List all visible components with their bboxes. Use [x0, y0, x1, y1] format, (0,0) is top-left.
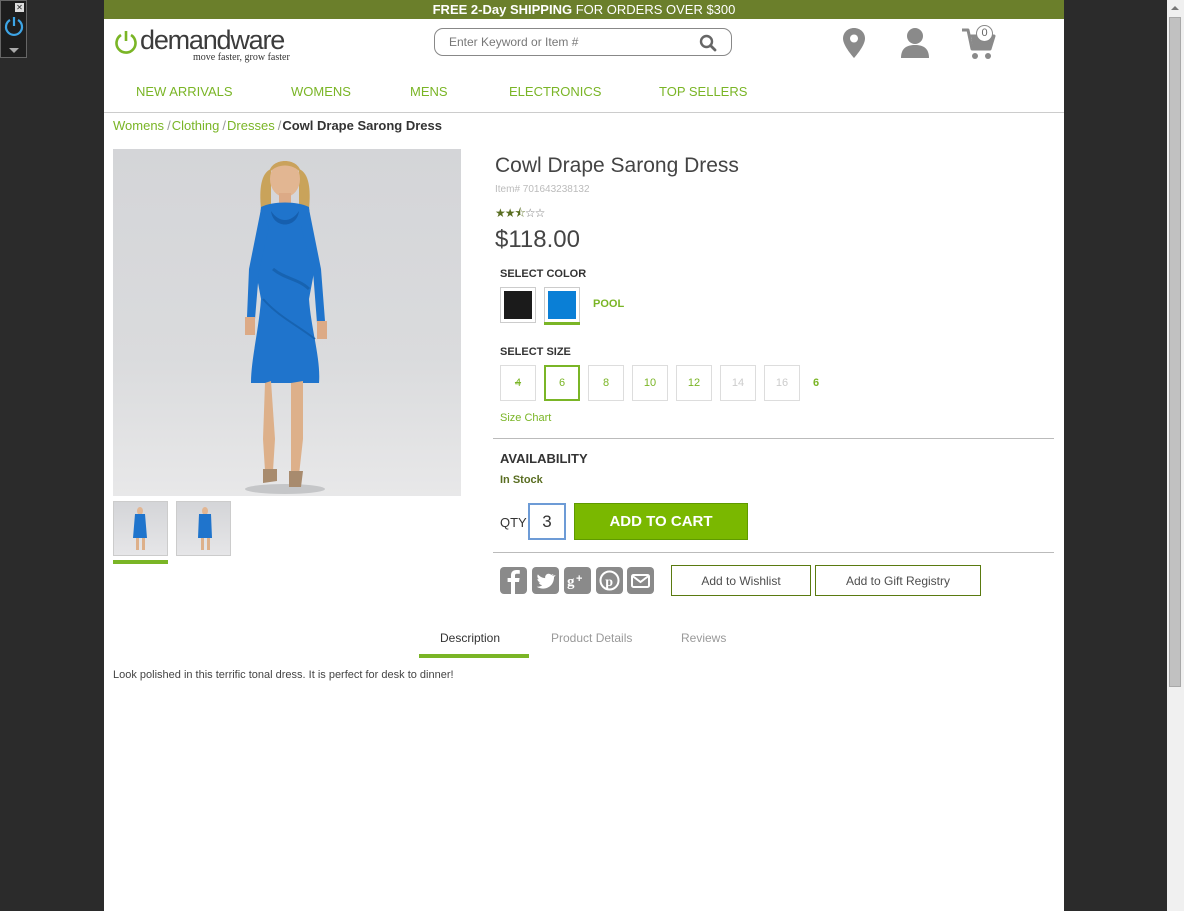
nav-womens[interactable]: WOMENS — [291, 84, 351, 99]
breadcrumb-separator: / — [277, 118, 282, 133]
logo-power-icon — [115, 31, 137, 54]
selected-color-name: POOL — [593, 298, 625, 310]
email-icon[interactable] — [627, 567, 654, 594]
product-thumbnail-1[interactable] — [113, 501, 168, 556]
breadcrumb-dresses[interactable]: Dresses — [227, 118, 275, 133]
scrollbar-thumb[interactable] — [1169, 17, 1181, 687]
size-option-8[interactable]: 8 — [588, 365, 624, 401]
promo-2day: 2-Day — [470, 2, 507, 17]
header: demandware move faster, grow faster Ente… — [104, 19, 1064, 75]
swatch-selected-indicator — [544, 322, 580, 325]
power-widget[interactable]: ✕ — [0, 0, 27, 58]
promo-free: FREE — [432, 2, 468, 17]
divider — [493, 552, 1054, 553]
scrollbar[interactable] — [1167, 0, 1184, 911]
account-icon[interactable] — [899, 27, 931, 64]
breadcrumb-separator: / — [222, 118, 227, 133]
nav-electronics[interactable]: ELECTRONICS — [509, 84, 601, 99]
promo-banner: FREE 2-Day SHIPPING FOR ORDERS OVER $300 — [104, 0, 1064, 19]
chevron-down-icon[interactable] — [9, 48, 19, 53]
promo-amount: $300 — [706, 2, 736, 17]
breadcrumb-current: Cowl Drape Sarong Dress — [282, 118, 442, 133]
thumbnail-active-indicator — [113, 560, 168, 564]
swatch-fill — [548, 291, 576, 319]
star-empty-icon: ☆ — [534, 206, 546, 220]
promo-shipping: SHIPPING — [509, 2, 573, 17]
google-plus-icon[interactable]: g + — [564, 567, 591, 594]
product-description: Look polished in this terrific tonal dre… — [113, 669, 454, 681]
swatch-fill — [504, 291, 532, 319]
promo-rest: FOR ORDERS OVER — [575, 2, 703, 17]
product-thumbnail-2[interactable] — [176, 501, 231, 556]
scroll-up-icon[interactable] — [1171, 6, 1179, 10]
size-option-6[interactable]: 6 — [544, 365, 580, 401]
nav-top-sellers[interactable]: TOP SELLERS — [659, 84, 747, 99]
nav-mens[interactable]: MENS — [410, 84, 448, 99]
availability-label: AVAILABILITY — [500, 451, 588, 466]
select-color-label: SELECT COLOR — [500, 268, 587, 280]
divider — [493, 438, 1054, 439]
logo-tagline: move faster, grow faster — [193, 52, 290, 63]
breadcrumb-separator: / — [167, 118, 171, 133]
add-to-wishlist-button[interactable]: Add to Wishlist — [671, 565, 811, 596]
facebook-icon[interactable] — [500, 567, 527, 594]
breadcrumb-womens[interactable]: Womens — [113, 118, 164, 133]
select-size-label: SELECT SIZE — [500, 346, 571, 358]
size-option-10[interactable]: 10 — [632, 365, 668, 401]
page: FREE 2-Day SHIPPING FOR ORDERS OVER $300… — [104, 0, 1064, 911]
close-icon[interactable]: ✕ — [15, 3, 24, 12]
nav-new-arrivals[interactable]: NEW ARRIVALS — [136, 84, 233, 99]
tab-description[interactable]: Description — [440, 631, 500, 645]
svg-text:g: g — [567, 574, 575, 590]
svg-text:+: + — [576, 573, 582, 585]
main-nav: NEW ARRIVALS WOMENS MENS ELECTRONICS TOP… — [104, 75, 1064, 113]
size-option-14: 14 — [720, 365, 756, 401]
tab-active-indicator — [419, 654, 529, 658]
pinterest-icon[interactable]: p — [596, 567, 623, 594]
breadcrumb-clothing[interactable]: Clothing — [172, 118, 220, 133]
tab-product-details[interactable]: Product Details — [551, 631, 632, 645]
twitter-icon[interactable] — [532, 567, 559, 594]
search-icon[interactable] — [699, 34, 717, 57]
color-swatch-pool[interactable] — [544, 287, 580, 325]
star-empty-icon: ☆ — [524, 206, 536, 220]
quantity-input[interactable] — [528, 503, 566, 540]
power-icon[interactable] — [3, 15, 25, 42]
search-input[interactable] — [449, 34, 679, 50]
qty-label: QTY — [500, 515, 527, 530]
size-chart-link[interactable]: Size Chart — [500, 412, 551, 424]
size-option-16: 16 — [764, 365, 800, 401]
product-price: $118.00 — [495, 226, 580, 253]
star-icon: ★ — [495, 206, 506, 220]
search-box — [434, 28, 732, 56]
add-to-gift-registry-button[interactable]: Add to Gift Registry — [815, 565, 981, 596]
product-name: Cowl Drape Sarong Dress — [495, 154, 739, 177]
cart-count-badge: 0 — [976, 25, 993, 42]
svg-text:p: p — [605, 575, 613, 590]
star-half-icon: ⯪ — [514, 206, 526, 220]
rating-stars[interactable]: ★★⯪☆☆ — [495, 204, 546, 225]
breadcrumb: Womens/Clothing/Dresses/Cowl Drape Saron… — [113, 118, 442, 133]
color-swatch-black[interactable] — [500, 287, 536, 323]
star-icon: ★ — [504, 206, 516, 220]
tab-reviews[interactable]: Reviews — [681, 631, 726, 645]
product-main-image[interactable] — [113, 149, 461, 496]
store-locator-icon[interactable] — [842, 27, 866, 64]
stock-status: In Stock — [500, 474, 543, 486]
size-option-4[interactable]: 4 — [500, 365, 536, 401]
size-option-12[interactable]: 12 — [676, 365, 712, 401]
item-number: Item# 701643238132 — [495, 184, 590, 195]
add-to-cart-button[interactable]: ADD TO CART — [574, 503, 748, 540]
selected-size: 6 — [813, 377, 820, 389]
